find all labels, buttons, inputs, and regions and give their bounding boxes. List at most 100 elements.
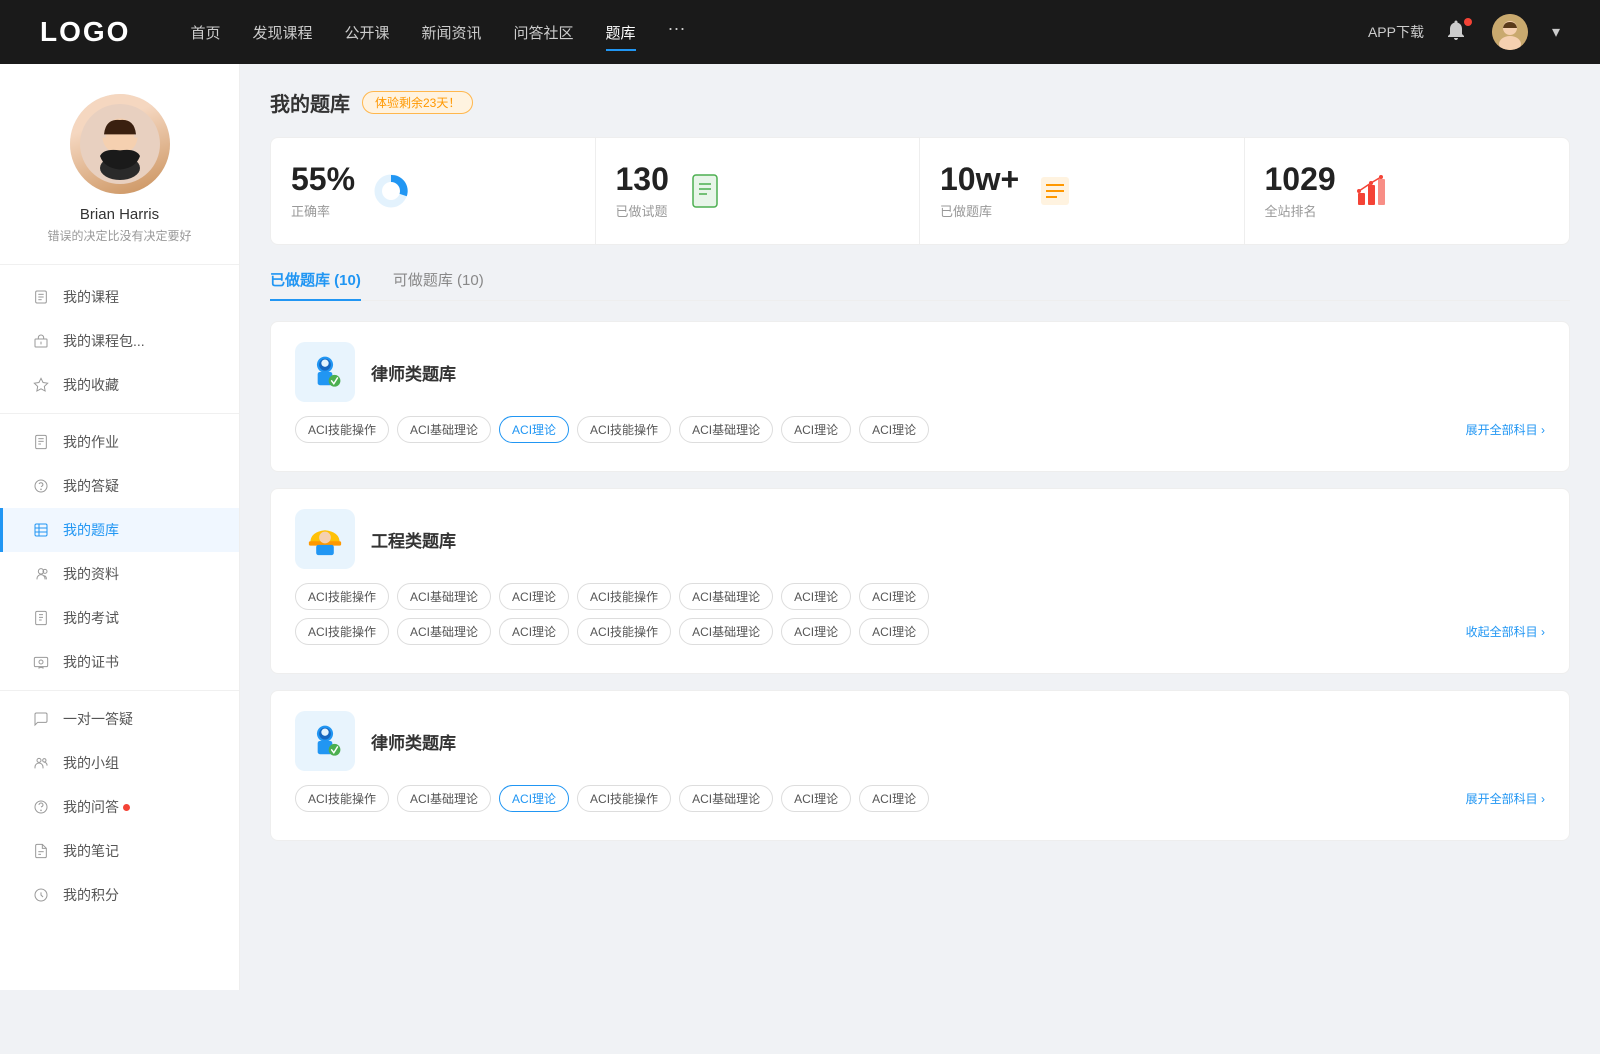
bank-tag[interactable]: ACI理论	[781, 785, 851, 812]
tab-available[interactable]: 可做题库 (10)	[393, 269, 484, 300]
sidebar-item-package[interactable]: 我的课程包...	[0, 319, 239, 363]
bank-tag[interactable]: ACI理论	[859, 583, 929, 610]
bank-tag[interactable]: ACI技能操作	[295, 785, 389, 812]
sidebar-item-group[interactable]: 我的小组	[0, 741, 239, 785]
course-icon	[31, 287, 51, 307]
bank-tags-row-2a: ACI技能操作 ACI基础理论 ACI理论 ACI技能操作 ACI基础理论 AC…	[295, 583, 1545, 610]
bank-tag[interactable]: ACI基础理论	[679, 618, 773, 645]
stat-done-banks-value: 10w+	[940, 162, 1019, 197]
bank-tag[interactable]: ACI基础理论	[397, 583, 491, 610]
stat-accuracy-label: 正确率	[291, 201, 355, 220]
sidebar-label-qa: 我的答疑	[63, 476, 119, 496]
nav-question-bank[interactable]: 题库	[606, 18, 636, 47]
stat-rank-value: 1029	[1265, 162, 1336, 197]
bank-card-header-2: 工程类题库	[295, 509, 1545, 569]
sidebar-item-qa[interactable]: 我的答疑	[0, 464, 239, 508]
stat-done-questions-value: 130	[616, 162, 669, 197]
nav-links: 首页 发现课程 公开课 新闻资讯 问答社区 题库 ···	[190, 18, 1368, 47]
notification-bell[interactable]	[1444, 18, 1472, 46]
bank-card-lawyer-1: 律师类题库 ACI技能操作 ACI基础理论 ACI理论 ACI技能操作 ACI基…	[270, 321, 1570, 472]
bank-tags-row-2b: ACI技能操作 ACI基础理论 ACI理论 ACI技能操作 ACI基础理论 AC…	[295, 618, 1545, 645]
bank-tag[interactable]: ACI理论	[781, 583, 851, 610]
bank-tag[interactable]: ACI基础理论	[397, 785, 491, 812]
bank-name-lawyer-1: 律师类题库	[371, 360, 456, 385]
nav-right: APP下载 ▾	[1368, 14, 1560, 50]
nav-home[interactable]: 首页	[190, 18, 220, 47]
sidebar-menu: 我的课程 我的课程包... 我的收藏	[0, 275, 239, 917]
stats-row: 55% 正确率 130 已做试题	[270, 137, 1570, 245]
sidebar-item-one-on-one[interactable]: 一对一答疑	[0, 697, 239, 741]
sidebar-item-homework[interactable]: 我的作业	[0, 420, 239, 464]
cert-icon	[31, 652, 51, 672]
stat-accuracy: 55% 正确率	[271, 138, 596, 244]
nav-discover[interactable]: 发现课程	[252, 18, 312, 47]
homework-icon	[31, 432, 51, 452]
stat-rank: 1029 全站排名	[1245, 138, 1570, 244]
bank-tag[interactable]: ACI理论	[781, 416, 851, 443]
data-icon	[31, 564, 51, 584]
bank-card-header-3: 律师类题库	[295, 711, 1545, 771]
nav-more[interactable]: ···	[668, 18, 686, 47]
bank-card-engineer: 工程类题库 ACI技能操作 ACI基础理论 ACI理论 ACI技能操作 ACI基…	[270, 488, 1570, 674]
bank-expand-1[interactable]: 展开全部科目 ›	[1466, 421, 1545, 438]
app-download-button[interactable]: APP下载	[1368, 22, 1424, 42]
sidebar-item-questions[interactable]: 我的问答	[0, 785, 239, 829]
nav-qa[interactable]: 问答社区	[514, 18, 574, 47]
bank-tag[interactable]: ACI基础理论	[679, 785, 773, 812]
stat-done-banks-text: 10w+ 已做题库	[940, 162, 1019, 220]
sidebar-item-courses[interactable]: 我的课程	[0, 275, 239, 319]
bank-tag[interactable]: ACI基础理论	[679, 583, 773, 610]
sidebar-label-notes: 我的笔记	[63, 841, 119, 861]
nav-news[interactable]: 新闻资讯	[422, 18, 482, 47]
bank-tag[interactable]: ACI技能操作	[295, 618, 389, 645]
bank-name-engineer: 工程类题库	[371, 527, 456, 552]
bank-tag[interactable]: ACI技能操作	[295, 416, 389, 443]
sidebar-label-one-on-one: 一对一答疑	[63, 709, 133, 729]
list-icon	[1035, 171, 1075, 211]
bank-tag[interactable]: ACI技能操作	[577, 583, 671, 610]
question-icon	[31, 797, 51, 817]
qa-icon	[31, 476, 51, 496]
bank-tag[interactable]: ACI技能操作	[295, 583, 389, 610]
sidebar-label-questions: 我的问答	[63, 797, 119, 817]
sidebar-item-cert[interactable]: 我的证书	[0, 640, 239, 684]
bank-tag[interactable]: ACI技能操作	[577, 785, 671, 812]
avatar[interactable]	[1492, 14, 1528, 50]
one-on-one-icon	[31, 709, 51, 729]
sidebar-item-exam[interactable]: 我的考试	[0, 596, 239, 640]
bank-tag[interactable]: ACI技能操作	[577, 618, 671, 645]
logo: LOGO	[40, 16, 130, 48]
stat-rank-label: 全站排名	[1265, 201, 1336, 220]
trial-badge: 体验剩余23天！	[362, 91, 473, 114]
bank-tag[interactable]: ACI技能操作	[577, 416, 671, 443]
bank-expand-3[interactable]: 展开全部科目 ›	[1466, 790, 1545, 807]
bank-tag[interactable]: ACI基础理论	[679, 416, 773, 443]
bank-tag[interactable]: ACI基础理论	[397, 618, 491, 645]
tab-done[interactable]: 已做题库 (10)	[270, 269, 361, 300]
main-content: 我的题库 体验剩余23天！ 55% 正确率	[240, 64, 1600, 990]
sidebar-item-bank[interactable]: 我的题库	[0, 508, 239, 552]
user-menu-chevron[interactable]: ▾	[1552, 22, 1560, 42]
bank-collapse-2[interactable]: 收起全部科目 ›	[1466, 623, 1545, 640]
sidebar-item-data[interactable]: 我的资料	[0, 552, 239, 596]
profile-avatar	[70, 94, 170, 194]
bank-tag-active[interactable]: ACI理论	[499, 785, 569, 812]
bank-tag[interactable]: ACI基础理论	[397, 416, 491, 443]
bank-tag[interactable]: ACI理论	[859, 785, 929, 812]
stat-accuracy-value: 55%	[291, 162, 355, 197]
sidebar-item-favorites[interactable]: 我的收藏	[0, 363, 239, 407]
bank-tag[interactable]: ACI理论	[499, 618, 569, 645]
nav-open-course[interactable]: 公开课	[344, 18, 389, 47]
bank-tag[interactable]: ACI理论	[859, 416, 929, 443]
sidebar-item-notes[interactable]: 我的笔记	[0, 829, 239, 873]
stat-done-questions-label: 已做试题	[616, 201, 669, 220]
bank-tag-active[interactable]: ACI理论	[499, 416, 569, 443]
sidebar-label-cert: 我的证书	[63, 652, 119, 672]
sidebar-item-points[interactable]: 我的积分	[0, 873, 239, 917]
stat-done-banks-label: 已做题库	[940, 201, 1019, 220]
bar-chart-icon	[1352, 171, 1392, 211]
bank-tag[interactable]: ACI理论	[859, 618, 929, 645]
bank-tag[interactable]: ACI理论	[781, 618, 851, 645]
bank-tag[interactable]: ACI理论	[499, 583, 569, 610]
sidebar-label-bank: 我的题库	[63, 520, 119, 540]
